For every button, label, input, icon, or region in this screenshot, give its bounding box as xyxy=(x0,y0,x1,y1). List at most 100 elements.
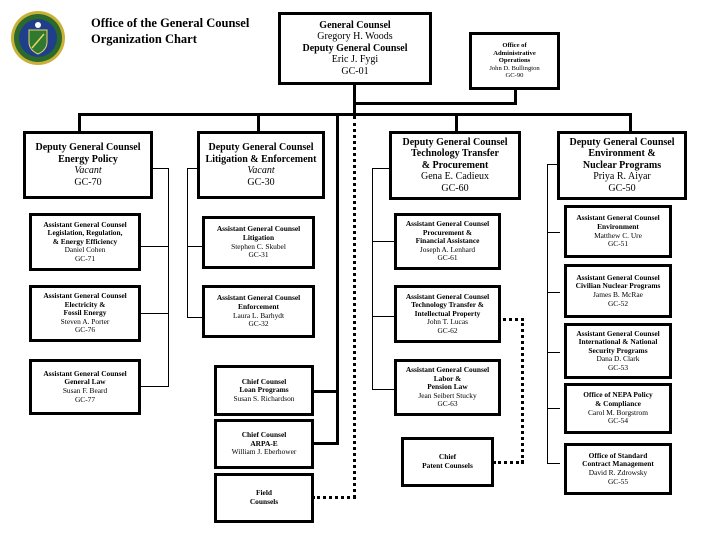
connector xyxy=(336,113,339,445)
area-title: & Procurement xyxy=(421,159,489,171)
office-code: GC-31 xyxy=(248,250,269,260)
office-code: GC-61 xyxy=(437,253,458,263)
connector xyxy=(140,386,169,387)
position-title: General Counsel xyxy=(319,19,391,31)
dotted-connector xyxy=(493,461,524,464)
office-title: Office of xyxy=(502,42,527,50)
field-counsels-box: Field Counsels xyxy=(214,473,314,523)
connector xyxy=(455,113,458,133)
office-code: GC-53 xyxy=(607,362,629,372)
office-code: GC-62 xyxy=(437,325,458,335)
office-code: GC-55 xyxy=(607,476,629,486)
position-title: Deputy General Counsel xyxy=(302,42,408,54)
connector xyxy=(372,168,390,169)
person-name: Vacant xyxy=(74,165,102,176)
office-code: GC-50 xyxy=(608,182,636,194)
office-code: GC-54 xyxy=(607,416,629,426)
person-name: Gregory H. Woods xyxy=(317,31,393,43)
connector xyxy=(514,90,517,105)
office-title: Patent Counsels xyxy=(422,461,473,470)
agc-gc71-box: Assistant General Counsel Legislation, R… xyxy=(29,213,141,271)
person-name: Susan S. Richardson xyxy=(233,393,295,403)
connector xyxy=(353,104,356,115)
area-title: Technology Transfer xyxy=(411,148,499,160)
general-counsel-box: General Counsel Gregory H. Woods Deputy … xyxy=(278,12,432,85)
connector xyxy=(372,389,394,390)
deputy-tech-transfer-box: Deputy General Counsel Technology Transf… xyxy=(389,131,521,200)
dotted-connector xyxy=(521,318,524,463)
agc-gc31-box: Assistant General Counsel Litigation Ste… xyxy=(202,216,315,269)
connector xyxy=(547,164,548,463)
chart-title: Office of the General Counsel Organizati… xyxy=(91,15,249,48)
connector xyxy=(187,317,203,318)
connector xyxy=(547,408,560,409)
position-title: Deputy General Counsel xyxy=(402,136,508,148)
office-code: GC-77 xyxy=(74,394,96,404)
connector xyxy=(547,292,560,293)
agc-gc32-box: Assistant General Counsel Enforcement La… xyxy=(202,285,315,338)
agc-gc52-box: Assistant General Counsel Civilian Nucle… xyxy=(564,264,672,318)
connector xyxy=(372,241,394,242)
connector xyxy=(547,352,560,353)
connector xyxy=(547,463,560,464)
connector xyxy=(312,390,339,393)
connector xyxy=(312,442,339,445)
connector xyxy=(372,316,394,317)
area-title: Litigation & Enforcement xyxy=(205,153,317,165)
connector xyxy=(187,246,203,247)
doe-seal-icon xyxy=(11,11,65,65)
person-name: Gena E. Cadieux xyxy=(420,171,490,183)
admin-operations-box: Office of Administrative Operations John… xyxy=(469,32,560,90)
office-code: GC-52 xyxy=(607,298,629,308)
office-code: GC-70 xyxy=(74,176,102,188)
person-name: Priya R. Aiyar xyxy=(593,171,651,183)
person-name: Eric J. Fygi xyxy=(331,54,379,66)
title-line-1: Office of the General Counsel xyxy=(91,16,250,30)
office-code: GC-60 xyxy=(441,182,469,194)
office-title: Administrative xyxy=(493,49,536,57)
agc-gc77-box: Assistant General Counsel General Law Su… xyxy=(29,359,141,415)
connector xyxy=(140,313,169,314)
connector xyxy=(168,168,169,386)
agc-gc61-box: Assistant General Counsel Procurement & … xyxy=(394,213,501,270)
person-name: William J. Eberhower xyxy=(231,447,297,457)
connector xyxy=(353,102,517,105)
office-code: GC-76 xyxy=(74,325,96,335)
nepa-policy-gc54-box: Office of NEPA Policy & Compliance Carol… xyxy=(564,383,672,434)
dotted-connector xyxy=(353,116,356,498)
dotted-connector xyxy=(312,496,356,499)
person-name: Vacant xyxy=(247,165,275,176)
connector xyxy=(187,168,188,318)
office-code: GC-90 xyxy=(505,72,524,80)
connector xyxy=(257,113,260,133)
connector xyxy=(152,168,169,169)
chief-patent-counsels-box: Chief Patent Counsels xyxy=(401,437,494,487)
deputy-environment-box: Deputy General Counsel Environment & Nuc… xyxy=(557,131,687,200)
agc-gc62-box: Assistant General Counsel Technology Tra… xyxy=(394,285,501,343)
dotted-connector xyxy=(503,318,524,321)
deputy-energy-policy-box: Deputy General Counsel Energy Policy Vac… xyxy=(23,131,153,199)
deputy-litigation-box: Deputy General Counsel Litigation & Enfo… xyxy=(197,131,325,199)
agc-gc51-box: Assistant General Counsel Environment Ma… xyxy=(564,205,672,258)
office-code: GC-51 xyxy=(607,239,629,249)
area-title: Energy Policy xyxy=(58,153,118,165)
agc-gc63-box: Assistant General Counsel Labor & Pensio… xyxy=(394,359,501,416)
person-name: John D. Bullington xyxy=(489,64,540,72)
agc-gc76-box: Assistant General Counsel Electricity & … xyxy=(29,285,141,342)
connector xyxy=(78,113,81,133)
connector xyxy=(372,168,373,390)
office-code: GC-71 xyxy=(74,253,96,263)
chief-counsel-loan-programs-box: Chief Counsel Loan Programs Susan S. Ric… xyxy=(214,365,314,416)
position-title: Deputy General Counsel xyxy=(35,142,141,153)
area-title: Environment & xyxy=(588,148,656,160)
position-title: Deputy General Counsel xyxy=(208,142,314,153)
office-code: GC-01 xyxy=(341,65,369,77)
title-line-2: Organization Chart xyxy=(91,32,197,47)
office-code: GC-63 xyxy=(437,399,458,409)
area-title: Nuclear Programs xyxy=(582,159,662,171)
connector xyxy=(547,232,560,233)
connector xyxy=(140,246,169,247)
office-code: GC-30 xyxy=(247,176,275,188)
position-title: Deputy General Counsel xyxy=(569,136,675,148)
connector xyxy=(629,113,632,133)
